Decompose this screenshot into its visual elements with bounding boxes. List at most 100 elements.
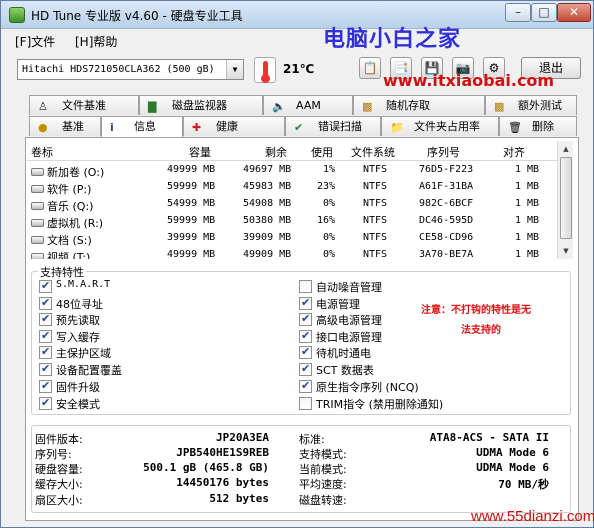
tab-extra-tests[interactable]: ▩ 额外测试 <box>485 95 577 115</box>
cell-filesystem: NTFS <box>363 181 388 192</box>
thermometer-icon <box>254 57 276 83</box>
table-row[interactable]: 文档 (S:) 39999 MB 39909 MB 0% NTFS CE58-C… <box>27 231 557 248</box>
cell-alignment: 1 MB <box>515 249 540 259</box>
col-free[interactable]: 剩余 <box>265 144 287 160</box>
checkbox[interactable] <box>39 279 52 293</box>
cell-filesystem: NTFS <box>363 249 388 259</box>
info-icon: i <box>110 121 114 134</box>
col-filesystem[interactable]: 文件系统 <box>351 144 395 160</box>
cell-capacity: 49999 MB <box>167 164 216 175</box>
cache-label: 缓存大小: <box>35 478 83 491</box>
cell-serial: 76D5-F223 <box>419 164 474 175</box>
firmware-value: JP20A3EA <box>216 431 269 444</box>
title-bar[interactable]: HD Tune 专业版 v4.60 - 硬盘专业工具 – □ ✕ <box>1 1 593 29</box>
tab-erase[interactable]: 🗑 删除 <box>499 116 577 136</box>
tab-health[interactable]: ✚ 健康 <box>183 116 285 136</box>
table-header: 卷标 容量 剩余 使用 文件系统 序列号 对齐 <box>27 141 557 161</box>
cell-serial: DC46-595D <box>419 215 474 226</box>
table-row[interactable]: 新加卷 (O:) 49999 MB 49697 MB 1% NTFS 76D5-… <box>27 163 557 180</box>
checkbox[interactable] <box>39 379 52 393</box>
cell-serial: CE58-CD96 <box>419 232 474 243</box>
checkbox[interactable] <box>299 296 312 310</box>
checkbox[interactable] <box>39 362 52 376</box>
checkbox[interactable] <box>299 280 312 293</box>
chart-icon: ▩ <box>494 100 505 113</box>
checkbox[interactable] <box>299 329 312 343</box>
tab-folder-usage[interactable]: 📁 文件夹占用率 <box>381 116 499 136</box>
supported-mode-value: UDMA Mode 6 <box>476 446 549 459</box>
checkbox[interactable] <box>299 379 312 393</box>
feature-note-line1: 注意：不打钩的特性是无 <box>421 305 531 316</box>
tab-random-access[interactable]: ▩ 随机存取 <box>353 95 485 115</box>
avg-speed-value: 70 MB/秒 <box>498 478 549 491</box>
cell-filesystem: NTFS <box>363 215 388 226</box>
cell-label: 音乐 (Q:) <box>47 200 94 213</box>
col-capacity[interactable]: 容量 <box>189 144 211 160</box>
copy-info-icon[interactable]: 📋 <box>359 57 381 79</box>
cell-label: 视频 (T:) <box>47 251 91 259</box>
supported-mode-label: 支持模式: <box>299 448 347 461</box>
table-row[interactable]: 音乐 (Q:) 54999 MB 54908 MB 0% NTFS 982C-6… <box>27 197 557 214</box>
cell-capacity: 59999 MB <box>167 215 216 226</box>
tab-error-scan[interactable]: ✔ 错误扫描 <box>285 116 381 136</box>
cell-label: 软件 (P:) <box>47 183 92 196</box>
tab-disk-monitor[interactable]: ▇ 磁盘监视器 <box>139 95 263 115</box>
watermark-url: www.itxiaobai.com <box>383 71 555 90</box>
watermark-top: 电脑小白之家 <box>323 27 462 52</box>
tab-aam[interactable]: 🔈 AAM <box>263 95 353 115</box>
drive-select[interactable]: Hitachi HDS721050CLA362 (500 gB) ▼ <box>17 59 244 80</box>
scatter-icon: ▩ <box>362 100 373 113</box>
window-title: HD Tune 专业版 v4.60 - 硬盘专业工具 <box>31 9 243 23</box>
menu-help[interactable]: [H]帮助 <box>75 33 117 50</box>
minimize-button[interactable]: – <box>505 3 531 22</box>
checkbox[interactable] <box>39 396 52 410</box>
checkbox[interactable] <box>39 345 52 359</box>
drive-icon <box>31 202 44 210</box>
col-label[interactable]: 卷标 <box>31 144 53 160</box>
scroll-up-icon[interactable]: ▲ <box>559 142 573 156</box>
table-row[interactable]: 软件 (P:) 59999 MB 45983 MB 23% NTFS A61F-… <box>27 180 557 197</box>
table-row[interactable]: 视频 (T:) 49999 MB 49909 MB 0% NTFS 3A70-B… <box>27 248 557 259</box>
scroll-thumb[interactable] <box>560 157 572 239</box>
cell-serial: 982C-6BCF <box>419 198 474 209</box>
checkbox[interactable] <box>299 312 312 326</box>
rpm-label: 磁盘转速: <box>299 494 347 507</box>
current-mode-value: UDMA Mode 6 <box>476 461 549 474</box>
features-title: 支持特性 <box>38 264 86 280</box>
folder-icon: 📁 <box>390 121 404 134</box>
tab-benchmark[interactable]: ● 基准 <box>29 116 101 136</box>
firmware-label: 固件版本: <box>35 433 83 446</box>
cell-free: 45983 MB <box>243 181 292 192</box>
maximize-button[interactable]: □ <box>531 3 557 22</box>
cell-alignment: 1 MB <box>515 181 540 192</box>
checkbox[interactable] <box>299 397 312 410</box>
checkbox[interactable] <box>39 329 52 343</box>
col-alignment[interactable]: 对齐 <box>503 144 525 160</box>
chevron-down-icon[interactable]: ▼ <box>226 60 243 79</box>
cell-free: 50380 MB <box>243 215 292 226</box>
app-icon <box>9 7 25 23</box>
capacity-label: 硬盘容量: <box>35 463 83 476</box>
trophy-icon: ♙ <box>38 100 48 113</box>
drive-icon <box>31 219 44 227</box>
col-serial[interactable]: 序列号 <box>427 144 460 160</box>
cell-capacity: 49999 MB <box>167 249 216 259</box>
close-button[interactable]: ✕ <box>557 3 591 22</box>
checkbox[interactable] <box>299 362 312 376</box>
scroll-down-icon[interactable]: ▼ <box>559 244 573 258</box>
cell-used: 0% <box>323 249 336 259</box>
menu-file[interactable]: [F]文件 <box>15 33 55 50</box>
partition-table[interactable]: 卷标 容量 剩余 使用 文件系统 序列号 对齐 新加卷 (O:) 49999 M… <box>27 141 557 259</box>
tab-info[interactable]: i 信息 <box>101 116 183 137</box>
col-used[interactable]: 使用 <box>311 144 333 160</box>
tab-file-benchmark[interactable]: ♙ 文件基准 <box>29 95 139 115</box>
cell-used: 23% <box>317 181 336 192</box>
checkbox[interactable] <box>39 312 52 326</box>
cell-filesystem: NTFS <box>363 198 388 209</box>
table-scrollbar[interactable]: ▲ ▼ <box>557 141 573 259</box>
table-row[interactable]: 虚拟机 (R:) 59999 MB 50380 MB 16% NTFS DC46… <box>27 214 557 231</box>
temperature-readout: 21℃ <box>283 62 315 76</box>
checkbox[interactable] <box>299 345 312 359</box>
checkbox[interactable] <box>39 296 52 310</box>
cell-used: 1% <box>323 164 336 175</box>
